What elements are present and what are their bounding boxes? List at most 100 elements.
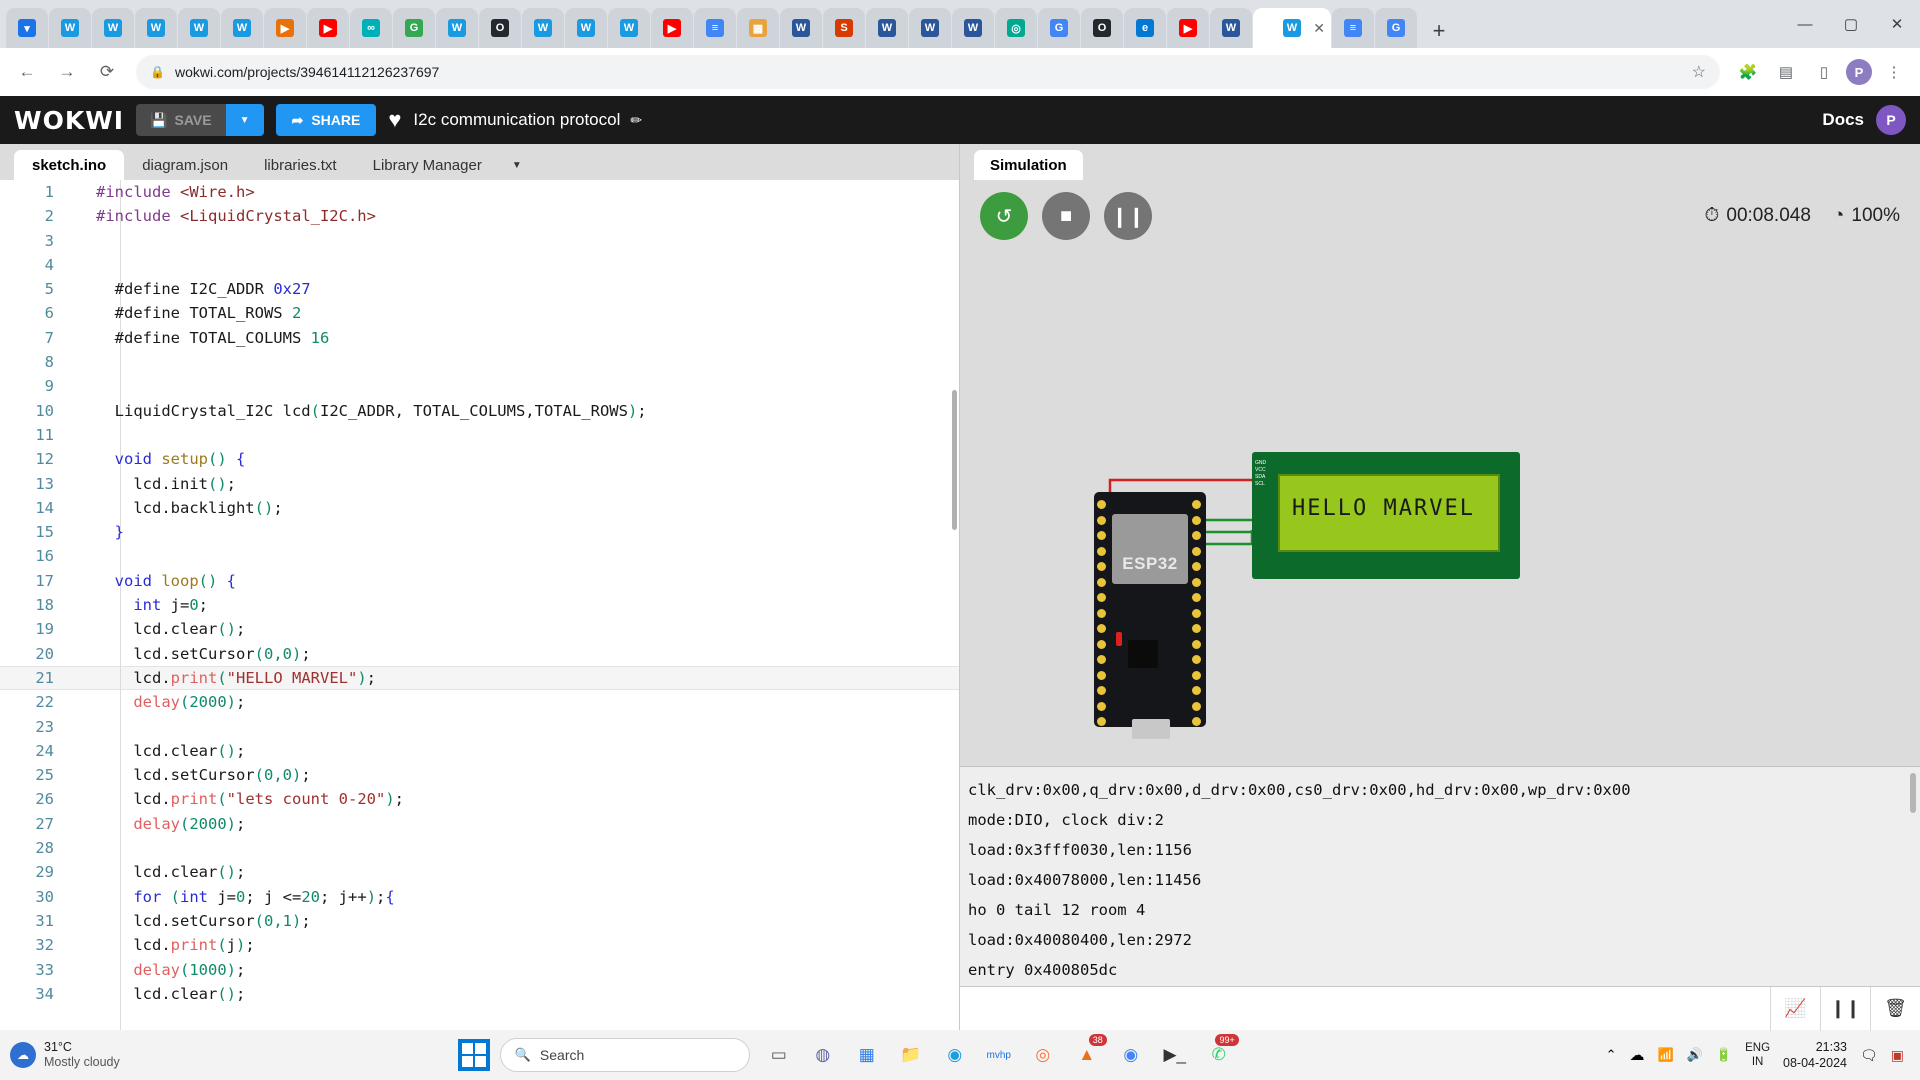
browser-tab-active[interactable]: W ✕ (1253, 8, 1331, 48)
taskbar-whatsapp-icon[interactable]: ✆ 99+ (1200, 1034, 1239, 1074)
language-indicator[interactable]: ENG IN (1745, 1041, 1770, 1069)
side-panel-icon[interactable]: ▯ (1808, 56, 1840, 88)
board-pin[interactable] (1097, 717, 1106, 726)
editor-tab-library-manager[interactable]: Library Manager (355, 150, 500, 180)
browser-tab[interactable]: S (823, 8, 865, 48)
tab-close-icon[interactable]: ✕ (1313, 20, 1325, 37)
board-pin[interactable] (1097, 531, 1106, 540)
board-pin[interactable] (1192, 531, 1201, 540)
browser-tab[interactable]: W (221, 8, 263, 48)
close-window-button[interactable]: ✕ (1874, 0, 1920, 48)
browser-tab[interactable]: ▶ (651, 8, 693, 48)
browser-tab[interactable]: O (1081, 8, 1123, 48)
serial-scrollbar[interactable] (1910, 773, 1916, 813)
tray-cloud-icon[interactable]: ☁ (1630, 1046, 1645, 1064)
editor-scrollbar[interactable] (952, 390, 957, 530)
serial-clear-icon[interactable]: 🗑 (1870, 986, 1920, 1031)
browser-tab[interactable]: e (1124, 8, 1166, 48)
taskbar-file-explorer-icon[interactable]: 📁 (892, 1036, 930, 1074)
editor-tab-diagram-json[interactable]: diagram.json (124, 150, 246, 180)
tab-simulation[interactable]: Simulation (974, 150, 1083, 180)
taskbar-store-icon[interactable]: ▦ (848, 1036, 886, 1074)
serial-pause-icon[interactable]: ❙❙ (1820, 986, 1870, 1031)
browser-tab[interactable]: W (92, 8, 134, 48)
browser-tab[interactable]: W (178, 8, 220, 48)
profile-avatar[interactable]: P (1846, 59, 1872, 85)
serial-input-row[interactable]: 📈 ❙❙ 🗑 (960, 986, 1920, 1031)
browser-tab[interactable]: W (1210, 8, 1252, 48)
taskbar-chrome-icon[interactable]: ◉ (1112, 1036, 1150, 1074)
board-pin[interactable] (1192, 670, 1201, 680)
tray-battery-icon[interactable]: 🔋 (1716, 1047, 1732, 1063)
browser-tab[interactable]: ▶ (264, 8, 306, 48)
taskbar-firefox-icon[interactable]: ◎ (1024, 1036, 1062, 1074)
search-input[interactable]: 🔍 Search (499, 1038, 750, 1072)
browser-tab[interactable]: G (1038, 8, 1080, 48)
tray-wifi-icon[interactable]: 📶 (1658, 1047, 1674, 1063)
browser-tab[interactable]: W (565, 8, 607, 48)
extensions-icon[interactable]: 🧩 (1732, 56, 1764, 88)
board-pin[interactable] (1097, 515, 1106, 525)
left-pin-header[interactable] (1097, 500, 1108, 733)
browser-tab[interactable]: W (952, 8, 994, 48)
back-icon[interactable]: ← (10, 55, 44, 89)
docs-link[interactable]: Docs (1822, 110, 1864, 130)
browser-tab[interactable]: W (866, 8, 908, 48)
taskbar-task-view-icon[interactable]: ▭ (760, 1036, 798, 1074)
board-pin[interactable] (1192, 701, 1201, 711)
browser-tab[interactable]: W (780, 8, 822, 48)
tray-chevron-icon[interactable]: ⌃ (1606, 1047, 1617, 1063)
favorite-heart-icon[interactable]: ♥ (388, 107, 401, 133)
reading-list-icon[interactable]: ▤ (1770, 56, 1802, 88)
serial-chart-icon[interactable]: 📈 (1770, 986, 1820, 1031)
browser-tab[interactable]: ≡ (1332, 8, 1374, 48)
browser-tab[interactable]: W (522, 8, 564, 48)
board-pin[interactable] (1097, 562, 1106, 571)
browser-menu-icon[interactable]: ⋮ (1878, 56, 1910, 88)
right-pin-header[interactable] (1192, 500, 1203, 733)
board-pin[interactable] (1192, 515, 1201, 525)
board-pin[interactable] (1192, 593, 1201, 602)
browser-tab[interactable]: G (1375, 8, 1417, 48)
pause-simulation-button[interactable]: ❙❙ (1104, 192, 1152, 240)
taskbar-vlc-icon[interactable]: ▲ 38 (1068, 1034, 1107, 1074)
browser-tab[interactable]: W (135, 8, 177, 48)
forward-icon[interactable]: → (50, 55, 84, 89)
clock[interactable]: 21:33 08-04-2024 (1783, 1039, 1847, 1071)
board-pin[interactable] (1192, 500, 1201, 509)
board-pin[interactable] (1097, 500, 1106, 509)
board-pin[interactable] (1192, 717, 1201, 726)
bookmark-star-icon[interactable]: ☆ (1692, 62, 1706, 82)
user-avatar[interactable]: P (1876, 105, 1906, 135)
board-pin[interactable] (1097, 701, 1106, 711)
board-pin[interactable] (1192, 655, 1201, 664)
board-pin[interactable] (1097, 577, 1106, 587)
taskbar-edge-icon[interactable]: ◉ (936, 1036, 974, 1074)
board-pin[interactable] (1097, 593, 1106, 602)
board-pin[interactable] (1097, 686, 1106, 695)
maximize-button[interactable]: ▢ (1828, 0, 1874, 48)
editor-tab-sketch-ino[interactable]: sketch.ino (14, 150, 125, 180)
browser-tab[interactable]: ▦ (737, 8, 779, 48)
board-pin[interactable] (1097, 624, 1106, 633)
board-pin[interactable] (1192, 608, 1201, 618)
save-button[interactable]: 💾 SAVE (136, 104, 226, 136)
board-pin[interactable] (1097, 608, 1106, 618)
browser-tab[interactable]: W (49, 8, 91, 48)
board-pin[interactable] (1097, 655, 1106, 664)
address-bar[interactable]: 🔒 wokwi.com/projects/394614112126237697 … (136, 55, 1720, 89)
board-pin[interactable] (1097, 546, 1106, 556)
browser-tab[interactable]: ∞ (350, 8, 392, 48)
diagram-canvas[interactable]: ESP32 GND VCC SDA SCL HELLO MARVEL (960, 252, 1920, 766)
browser-tab[interactable]: ◎ (995, 8, 1037, 48)
lcd-display[interactable]: GND VCC SDA SCL HELLO MARVEL (1252, 452, 1520, 579)
board-pin[interactable] (1097, 670, 1106, 680)
browser-tab[interactable]: W (909, 8, 951, 48)
reload-icon[interactable]: ⟳ (90, 55, 124, 89)
stop-simulation-button[interactable]: ■ (1042, 192, 1090, 240)
start-button[interactable] (457, 1039, 490, 1071)
weather-widget[interactable]: ☁ 31°C Mostly cloudy (10, 1040, 120, 1070)
minimize-button[interactable]: — (1782, 0, 1828, 48)
editor-tabs-overflow-caret-icon[interactable]: ▼ (500, 150, 534, 180)
browser-tab[interactable]: ≡ (694, 8, 736, 48)
